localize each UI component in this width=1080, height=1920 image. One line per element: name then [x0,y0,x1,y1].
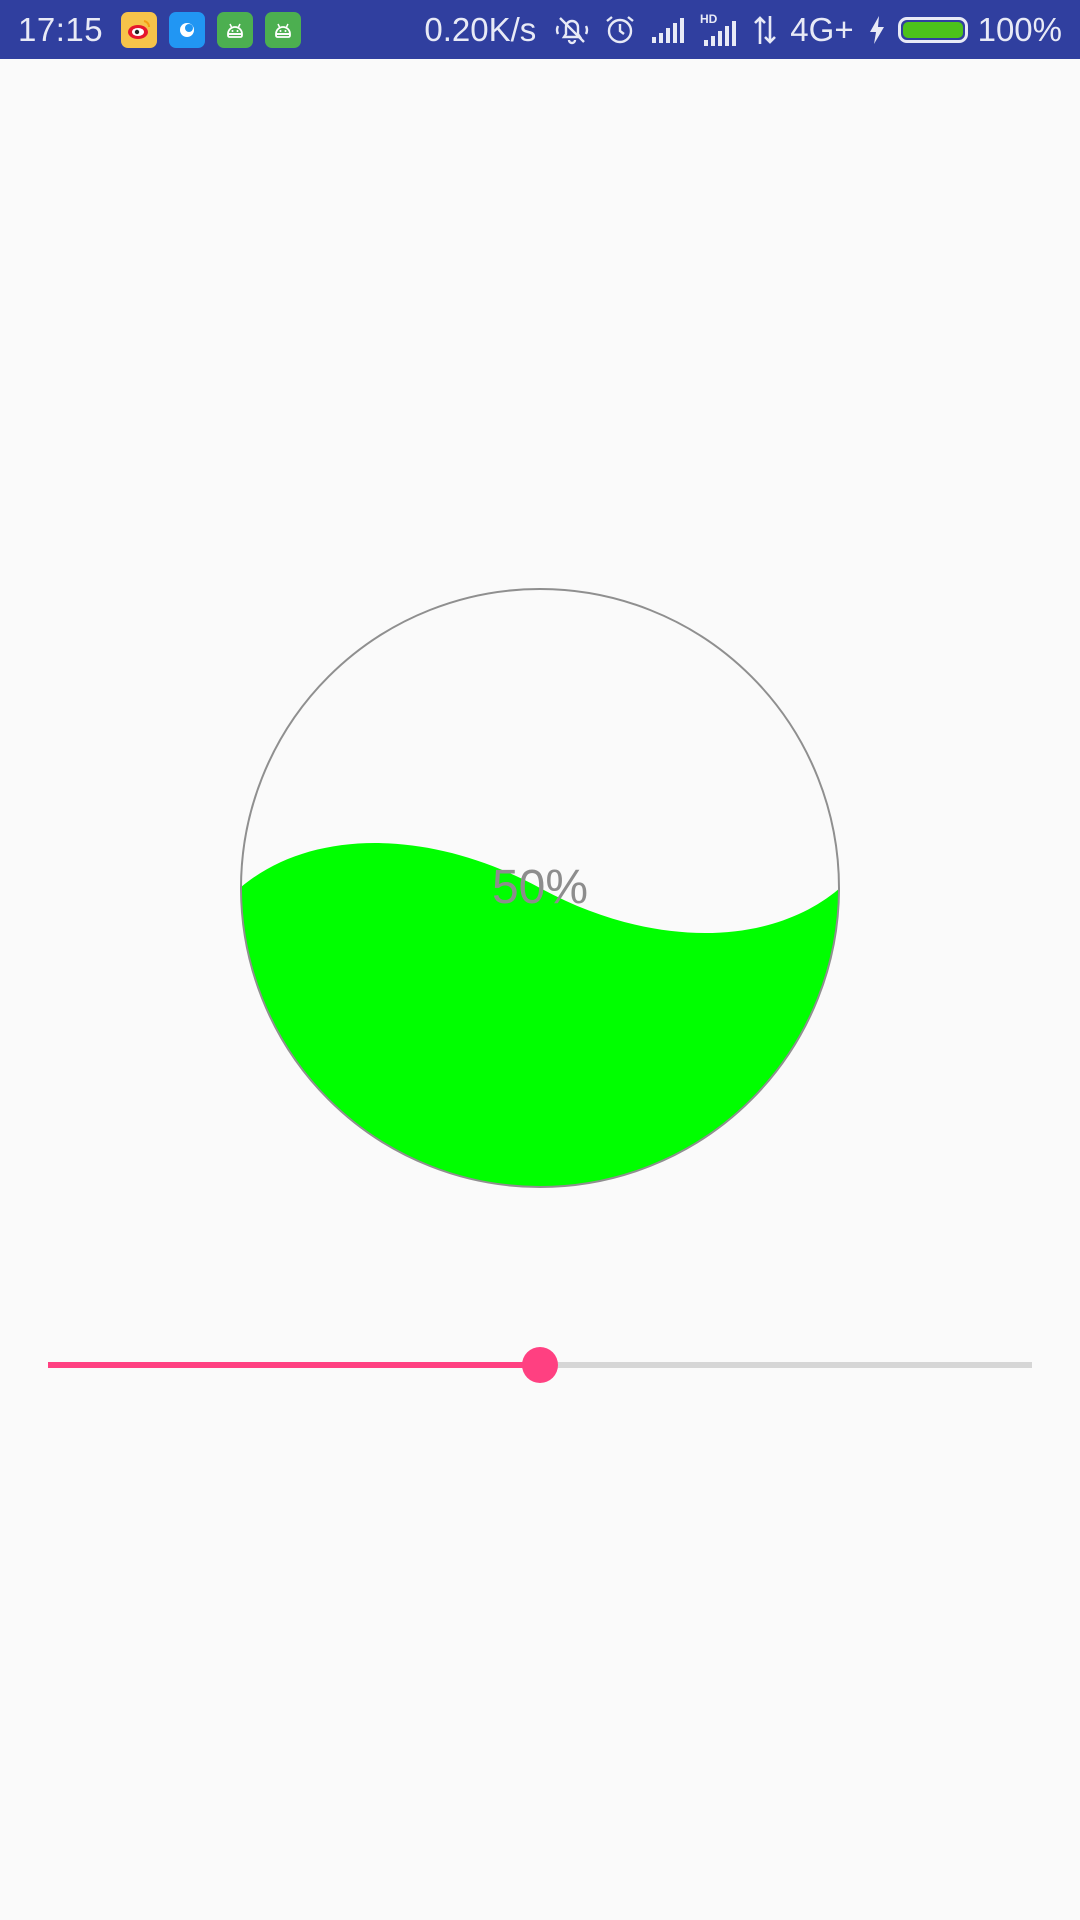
progress-slider[interactable] [48,1340,1032,1390]
status-bar: 17:15 0.20K/s HD 4G+ 100% [0,0,1080,59]
battery-fill [902,21,963,38]
weibo-icon [121,11,158,48]
wave-gauge: 50% [240,588,840,1188]
battery-level: 100% [977,10,1062,48]
slider-fill [48,1362,540,1368]
mute-bell-icon [554,12,590,48]
svg-text:HD: HD [700,12,718,26]
charging-icon [868,15,886,45]
status-time: 17:15 [18,10,104,48]
status-left: 17:15 [18,11,313,49]
network-type: 4G+ [790,10,854,48]
signal-icon [650,15,688,45]
data-arrows-icon [752,14,778,46]
net-speed: 0.20K/s [424,10,537,48]
android-app-icon [217,11,254,48]
slider-thumb[interactable] [522,1347,558,1383]
hd-signal-icon: HD [700,12,740,48]
battery-icon [897,16,968,43]
status-right: 0.20K/s HD 4G+ 100% [424,11,1062,49]
alarm-icon [602,12,638,48]
blue-app-icon [169,11,206,48]
progress-percent: 50% [491,861,589,914]
android-app-icon [265,11,302,48]
